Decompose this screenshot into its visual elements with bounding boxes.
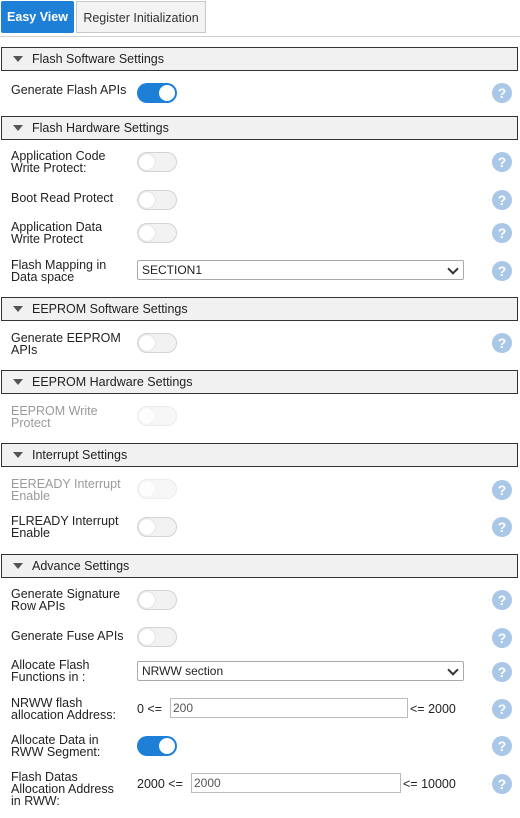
allocate-data-rww-toggle[interactable] [137,736,177,756]
nrww-alloc-address-label: NRWW flash allocation Address: [11,696,116,722]
generate-flash-apis-toggle[interactable] [137,83,177,103]
allocate-data-rww-label: Allocate Data in RWW Segment: [11,733,101,759]
section-advance[interactable]: Advance Settings [1,554,518,578]
tab-easy-view[interactable]: Easy View [1,1,74,33]
selected-value: NRWW section [142,664,224,678]
app-code-write-protect-label: Application Code Write Protect: [11,149,106,175]
generate-signature-row-toggle[interactable] [137,590,177,610]
boot-read-protect-label: Boot Read Protect [11,191,114,205]
eeready-interrupt-label: EEREADY Interrupt Enable [11,477,121,503]
allocate-flash-functions-select[interactable]: NRWW section [137,661,464,681]
selected-value: SECTION1 [142,263,203,277]
flash-datas-alloc-address-label: Flash Datas Allocation Address in RWW: [11,770,114,808]
help-icon[interactable]: ? [492,590,512,610]
allocate-flash-functions-label: Allocate Flash Functions in : [11,658,90,684]
tab-register-initialization[interactable]: Register Initialization [76,1,206,33]
eeprom-write-protect-label: EEPROM Write Protect [11,404,98,430]
flash-datas-min-text: 2000 <= [137,777,183,791]
help-icon[interactable]: ? [492,223,512,243]
collapse-arrow-icon [13,452,23,458]
help-icon[interactable]: ? [492,333,512,353]
section-eeprom-software[interactable]: EEPROM Software Settings [1,297,518,321]
nrww-min-text: 0 <= [137,702,163,716]
flash-mapping-select[interactable]: SECTION1 [137,260,464,280]
generate-fuse-apis-toggle[interactable] [137,627,177,647]
generate-eeprom-apis-toggle[interactable] [137,333,177,353]
section-title: Flash Software Settings [32,52,165,66]
section-title: Advance Settings [32,559,130,573]
section-title: EEPROM Software Settings [32,302,188,316]
help-icon[interactable]: ? [492,628,512,648]
help-icon[interactable]: ? [492,662,512,682]
help-icon[interactable]: ? [492,480,512,500]
help-icon[interactable]: ? [492,152,512,172]
generate-signature-row-label: Generate Signature Row APIs [11,587,121,613]
boot-read-protect-toggle[interactable] [137,190,177,210]
help-icon[interactable]: ? [492,83,512,103]
app-data-write-protect-label: Application Data Write Protect [11,220,103,246]
generate-eeprom-apis-label: Generate EEPROM APIs [11,331,121,357]
collapse-arrow-icon [13,125,23,131]
chevron-down-icon [447,263,459,275]
collapse-arrow-icon [13,379,23,385]
section-title: Flash Hardware Settings [32,121,169,135]
help-icon[interactable]: ? [492,261,512,281]
eeready-interrupt-toggle [137,479,177,499]
nrww-max-text: <= 2000 [410,702,456,716]
help-icon[interactable]: ? [492,517,512,537]
section-flash-software[interactable]: Flash Software Settings [1,47,518,71]
section-eeprom-hardware[interactable]: EEPROM Hardware Settings [1,370,518,394]
app-code-write-protect-toggle[interactable] [137,152,177,172]
generate-flash-apis-label: Generate Flash APIs [11,83,127,97]
help-icon[interactable]: ? [492,774,512,794]
flash-mapping-label: Flash Mapping in Data space [11,258,107,284]
flash-datas-alloc-address-input[interactable]: 2000 [191,773,401,793]
help-icon[interactable]: ? [492,699,512,719]
collapse-arrow-icon [13,56,23,62]
chevron-down-icon [447,664,459,676]
collapse-arrow-icon [13,306,23,312]
generate-fuse-apis-label: Generate Fuse APIs [11,629,124,643]
help-icon[interactable]: ? [492,190,512,210]
tab-bar: Easy View Register Initialization [0,0,520,37]
section-interrupt[interactable]: Interrupt Settings [1,443,518,467]
collapse-arrow-icon [13,563,23,569]
nrww-alloc-address-input[interactable]: 200 [170,698,408,718]
help-icon[interactable]: ? [492,736,512,756]
flready-interrupt-toggle[interactable] [137,517,177,537]
flready-interrupt-label: FLREADY Interrupt Enable [11,514,119,540]
section-flash-hardware[interactable]: Flash Hardware Settings [1,116,518,140]
app-data-write-protect-toggle[interactable] [137,223,177,243]
flash-datas-max-text: <= 10000 [403,777,456,791]
section-title: EEPROM Hardware Settings [32,375,193,389]
eeprom-write-protect-toggle [137,406,177,426]
section-title: Interrupt Settings [32,448,128,462]
